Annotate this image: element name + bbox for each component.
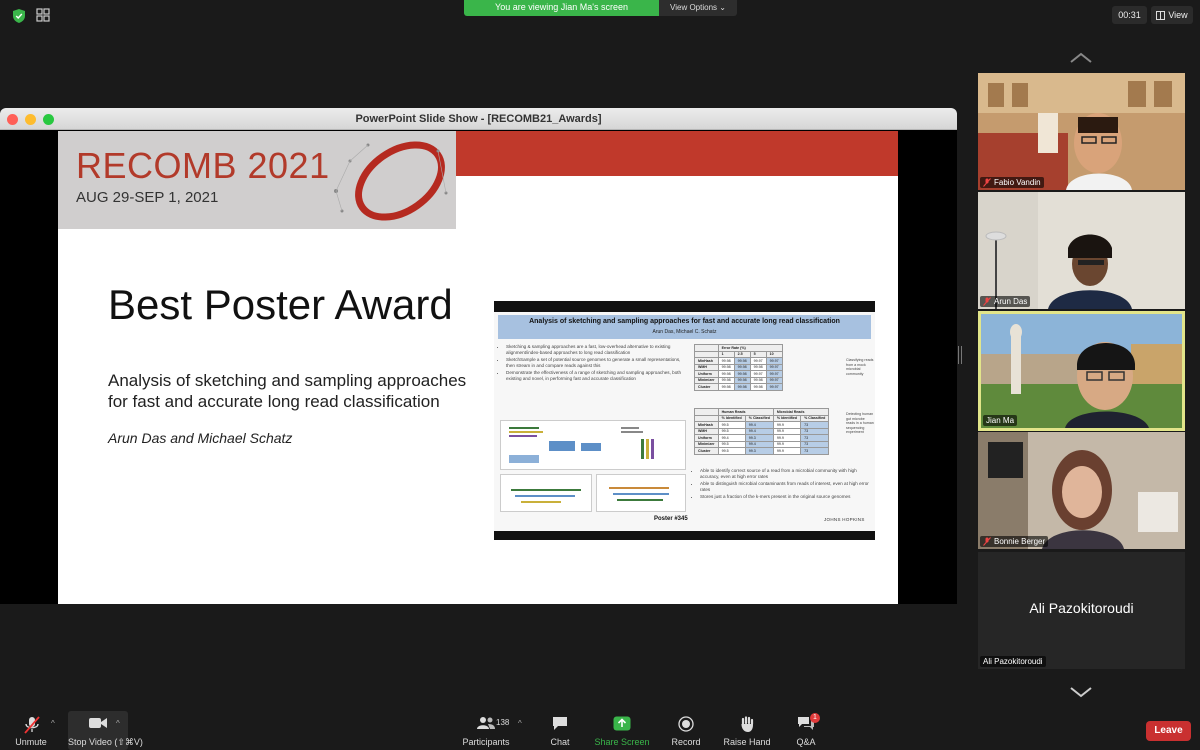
- poster-title-text: Analysis of sketching and sampling appro…: [108, 370, 488, 412]
- slide-header: RECOMB 2021 AUG 29-SEP 1, 2021: [58, 131, 898, 229]
- qa-button[interactable]: Q&A: [786, 711, 826, 750]
- unmute-button[interactable]: Unmute: [6, 711, 56, 750]
- video-camera-icon: [89, 718, 107, 728]
- raise-hand-icon: [741, 716, 754, 732]
- view-button-label: View: [1168, 10, 1188, 20]
- gallery-scroll-down-icon[interactable]: [1069, 686, 1093, 698]
- poster-title-line: Analysis of sketching and sampling appro…: [108, 371, 467, 390]
- poster-table-error-rate: Error Rate (%) 1 2.5 5 10 MinHash 99.98 99…: [694, 344, 783, 391]
- poster-bullets-left: Sketching & sampling approaches are a fa…: [500, 344, 690, 383]
- grid-icon[interactable]: [36, 8, 50, 22]
- participants-count: 138: [496, 718, 510, 727]
- participant-tile-active-speaker[interactable]: Jian Ma: [978, 311, 1185, 431]
- participants-button[interactable]: 138 Participants: [458, 711, 514, 750]
- poster-authors: Arun Das and Michael Schatz: [108, 430, 293, 446]
- video-feed: [978, 192, 1185, 309]
- leave-meeting-button[interactable]: Leave: [1146, 721, 1191, 741]
- poster-number: Poster #345: [654, 516, 688, 522]
- video-options-chevron-up-icon[interactable]: ^: [116, 719, 120, 728]
- poster-bullet: Demonstrate the effectiveness of a range…: [506, 370, 690, 382]
- poster-bullets-right: Able to identify correct source of a rea…: [694, 468, 870, 501]
- zoom-meeting-window: You are viewing Jian Ma's screen View Op…: [0, 0, 1200, 750]
- mic-muted-icon: [983, 178, 991, 187]
- participant-tile[interactable]: Bonnie Berger: [978, 432, 1185, 549]
- conference-title: RECOMB 2021: [76, 145, 330, 186]
- window-title: PowerPoint Slide Show - [RECOMB21_Awards…: [355, 113, 602, 125]
- shared-screen-window: PowerPoint Slide Show - [RECOMB21_Awards…: [0, 108, 957, 604]
- presentation-slide: RECOMB 2021 AUG 29-SEP 1, 2021 Best Post…: [58, 131, 898, 604]
- view-grid-icon: [1156, 10, 1166, 20]
- view-options-label: View Options: [670, 3, 718, 12]
- award-title: Best Poster Award: [108, 281, 453, 328]
- record-icon: [678, 716, 694, 732]
- chat-button[interactable]: Chat: [540, 711, 580, 750]
- poster-figure: [596, 474, 686, 512]
- view-button[interactable]: View: [1151, 6, 1193, 24]
- participant-tile[interactable]: Fabio Vandin: [978, 73, 1185, 190]
- meeting-controls-toolbar: Unmute ^ Stop Video (⇧⌘V) ^ 138 Particip…: [0, 711, 1200, 750]
- header-red-band: [456, 131, 898, 176]
- table-note: Classifying reads from a mock microbial …: [846, 358, 874, 376]
- raise-hand-button[interactable]: Raise Hand: [720, 711, 774, 750]
- poster-header: Analysis of sketching and sampling appro…: [498, 315, 871, 339]
- table-note: Detecting human gut microbe reads in a h…: [846, 412, 874, 434]
- participants-chevron-up-icon[interactable]: ^: [518, 719, 522, 728]
- poster-heading: Analysis of sketching and sampling appro…: [529, 318, 840, 325]
- record-button[interactable]: Record: [664, 711, 708, 750]
- security-shield-icon[interactable]: [11, 8, 27, 24]
- institution-logo: JOHNS HOPKINS: [824, 517, 865, 522]
- poster-bullet: Stores just a fraction of the k-mers pre…: [700, 494, 870, 500]
- poster-bullet: Sketching & sampling approaches are a fa…: [506, 344, 690, 356]
- poster-bullet: Able to distinguish microbial contaminan…: [700, 481, 870, 493]
- participant-display-name: Ali Pazokitoroudi: [1029, 600, 1134, 616]
- participant-name-tag: Ali Pazokitoroudi: [980, 656, 1046, 667]
- participant-name-tag: Jian Ma: [983, 415, 1018, 426]
- participant-name-tag: Arun Das: [980, 296, 1031, 307]
- meeting-timer: 00:31: [1112, 6, 1147, 24]
- conference-dates: AUG 29-SEP 1, 2021: [76, 189, 219, 206]
- poster-figure: [500, 420, 686, 470]
- chat-bubble-icon: [553, 717, 567, 730]
- gallery-scroll-up-icon[interactable]: [1069, 52, 1093, 64]
- qa-notification-badge: 1: [810, 713, 820, 723]
- participant-name-tag: Bonnie Berger: [980, 536, 1049, 547]
- share-screen-icon: [613, 716, 631, 731]
- table-row: Cluster 99.5 99.3 99.9 73: [694, 447, 830, 455]
- participants-icon: [477, 717, 495, 729]
- participant-tile[interactable]: Arun Das: [978, 192, 1185, 309]
- chevron-down-icon: ⌄: [719, 3, 726, 12]
- poster-heading-authors: Arun Das, Michael C. Schatz: [652, 329, 717, 335]
- split-resize-handle[interactable]: [958, 346, 962, 364]
- poster-image: Analysis of sketching and sampling appro…: [494, 301, 875, 540]
- participant-name-tag: Fabio Vandin: [980, 177, 1044, 188]
- viewing-screen-banner: You are viewing Jian Ma's screen: [464, 0, 659, 16]
- mic-muted-icon: [983, 537, 991, 546]
- window-titlebar: PowerPoint Slide Show - [RECOMB21_Awards…: [0, 108, 957, 130]
- video-feed: [978, 432, 1185, 549]
- table-row: Cluster 99.98 99.98 99.98 99.97: [694, 383, 783, 391]
- poster-bullet: Able to identify correct source of a rea…: [700, 468, 870, 480]
- poster-bullet: SketchSample a set of potential source g…: [506, 357, 690, 369]
- video-feed: [981, 314, 1182, 428]
- stop-video-button[interactable]: Stop Video (⇧⌘V): [68, 711, 143, 750]
- participant-tile[interactable]: Ali Pazokitoroudi Ali Pazokitoroudi: [978, 552, 1185, 669]
- mic-muted-icon: [983, 297, 991, 306]
- recomb-logo-icon: [334, 141, 448, 221]
- poster-table-reads: Human Reads Microbial Reads % Identified…: [694, 408, 830, 455]
- audio-options-chevron-up-icon[interactable]: ^: [51, 719, 55, 728]
- poster-title-line: for fast and accurate long read classifi…: [108, 392, 440, 411]
- mic-muted-icon: [24, 716, 40, 734]
- share-screen-button[interactable]: Share Screen: [592, 711, 652, 750]
- video-feed: [978, 73, 1185, 190]
- view-options-dropdown[interactable]: View Options ⌄: [659, 0, 737, 16]
- poster-figure: [500, 474, 592, 512]
